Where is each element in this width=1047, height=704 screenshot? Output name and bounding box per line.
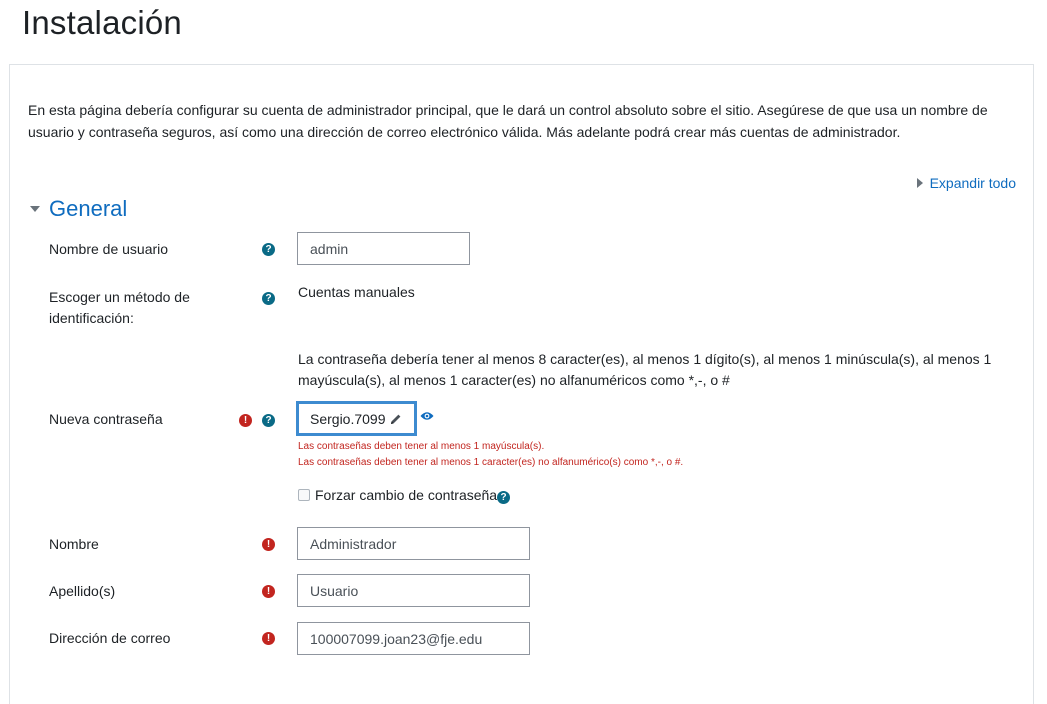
- password-error-nonalnum: Las contraseñas deben tener al menos 1 c…: [298, 457, 684, 468]
- exclamation-circle-icon: !: [262, 632, 275, 645]
- password-value: Sergio.7099: [310, 410, 386, 427]
- section-general-toggle[interactable]: General: [30, 196, 127, 222]
- lastname-input[interactable]: Usuario: [297, 574, 530, 607]
- exclamation-circle-icon: !: [262, 585, 275, 598]
- auth-method-value: Cuentas manuales: [298, 284, 415, 300]
- caret-down-icon: [30, 206, 40, 212]
- firstname-input[interactable]: Administrador: [297, 527, 530, 560]
- email-label: Dirección de correo: [49, 630, 171, 646]
- password-error-uppercase: Las contraseñas deben tener al menos 1 m…: [298, 441, 545, 452]
- question-circle-icon[interactable]: ?: [262, 292, 275, 305]
- question-circle-icon[interactable]: ?: [262, 243, 275, 256]
- force-password-change-label: Forzar cambio de contraseña: [315, 487, 498, 503]
- lastname-label: Apellido(s): [49, 583, 116, 599]
- expand-all-link[interactable]: Expandir todo: [916, 175, 1016, 191]
- page-title: Instalación: [22, 4, 182, 41]
- username-label: Nombre de usuario: [49, 241, 169, 257]
- intro-text: En esta página debería configurar su cue…: [28, 102, 988, 140]
- auth-method-label: Escoger un método de identificación:: [49, 289, 190, 326]
- section-title: General: [49, 196, 128, 221]
- exclamation-circle-icon: !: [262, 538, 275, 551]
- firstname-label: Nombre: [49, 536, 99, 552]
- username-input[interactable]: admin: [297, 232, 470, 265]
- eye-icon[interactable]: [420, 411, 434, 421]
- pencil-icon[interactable]: [390, 413, 402, 425]
- password-policy-text: La contraseña debería tener al menos 8 c…: [298, 351, 992, 388]
- exclamation-circle-icon: !: [239, 414, 252, 427]
- question-circle-icon[interactable]: ?: [497, 491, 510, 504]
- force-password-change-checkbox[interactable]: [298, 489, 310, 501]
- password-label: Nueva contraseña: [49, 411, 163, 427]
- caret-right-icon: [916, 178, 923, 188]
- question-circle-icon[interactable]: ?: [262, 414, 275, 427]
- expand-all-label: Expandir todo: [929, 175, 1016, 191]
- email-input[interactable]: 100007099.joan23@fje.edu: [297, 622, 530, 655]
- password-input[interactable]: Sergio.7099: [296, 401, 417, 436]
